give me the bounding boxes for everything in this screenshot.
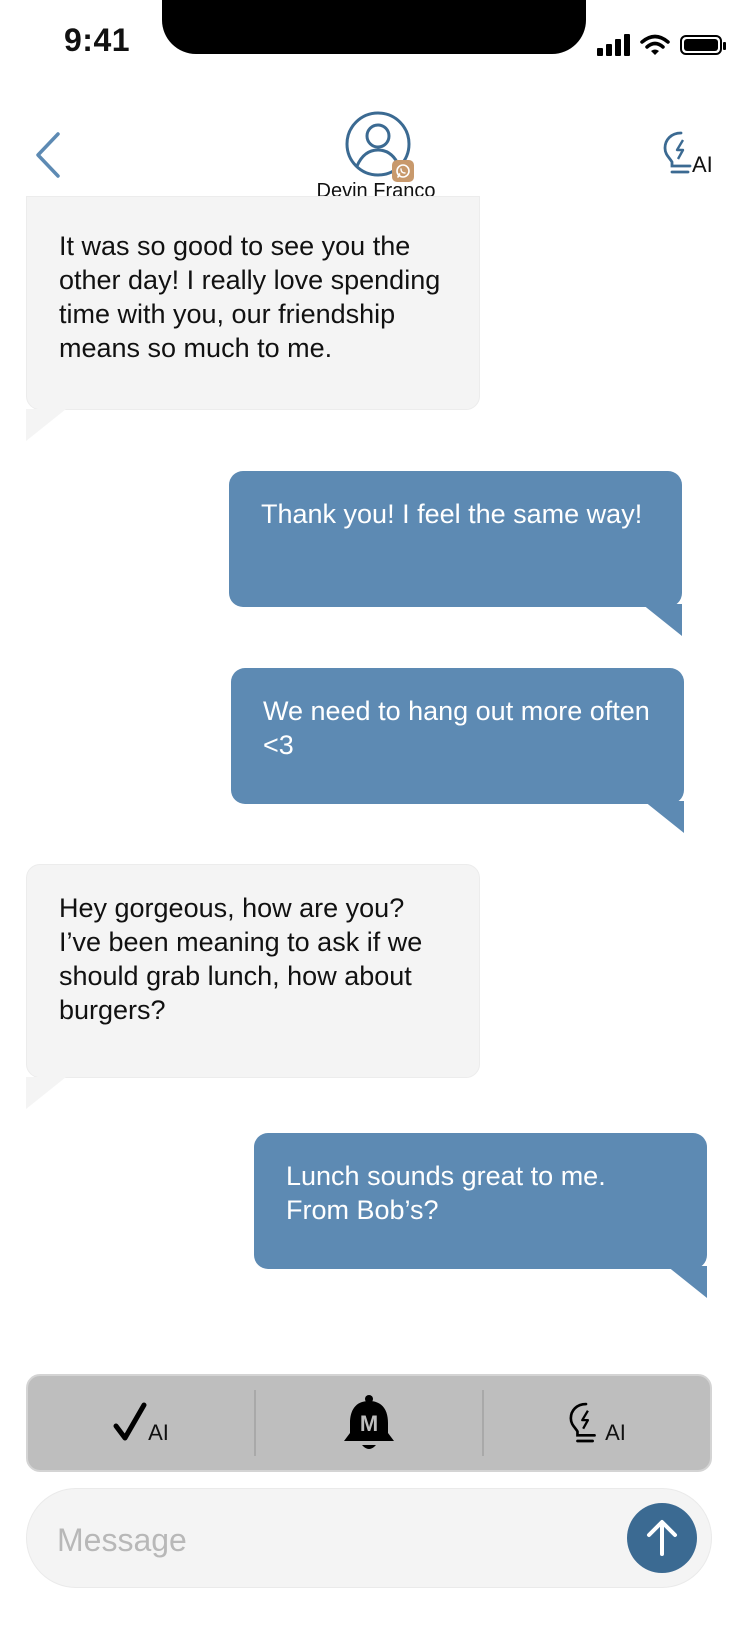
message-text: We need to hang out more often <3 (263, 696, 650, 760)
send-button[interactable] (627, 1503, 697, 1573)
message-text: Lunch sounds great to me. From Bob’s? (286, 1161, 606, 1225)
ai-label: AI (692, 152, 713, 177)
checkmark-ai-icon (113, 1402, 147, 1441)
ai-label: AI (148, 1420, 169, 1445)
bell-icon: M (344, 1395, 394, 1449)
message-bubble-incoming[interactable]: Hey gorgeous, how are you? I’ve been mea… (26, 864, 480, 1078)
ai-suggest-button[interactable]: AI (484, 1376, 710, 1470)
battery-icon (680, 35, 726, 55)
svg-text:M: M (360, 1411, 378, 1436)
device-notch (162, 0, 586, 54)
chat-header: Devin Franco AI (0, 100, 752, 210)
status-bar: 9:41 (0, 0, 752, 90)
bubble-tail (667, 1266, 707, 1298)
notification-bell-button[interactable]: M (256, 1376, 482, 1470)
bubble-tail (26, 1077, 66, 1109)
ai-toolbar: AI M AI (26, 1374, 712, 1472)
ai-check-button[interactable]: AI (28, 1376, 254, 1470)
message-text: Thank you! I feel the same way! (261, 499, 643, 529)
back-button[interactable] (30, 130, 70, 180)
message-text: Hey gorgeous, how are you? I’ve been mea… (59, 893, 423, 1025)
ai-label: AI (605, 1420, 626, 1445)
bubble-tail (26, 409, 66, 441)
whatsapp-icon (392, 160, 414, 182)
message-bubble-outgoing[interactable]: Thank you! I feel the same way! (229, 471, 682, 607)
message-bubble-incoming[interactable]: It was so good to see you the other day!… (26, 196, 480, 410)
wifi-icon (640, 34, 670, 55)
message-bubble-outgoing[interactable]: We need to hang out more often <3 (231, 668, 684, 804)
status-time: 9:41 (64, 22, 131, 58)
ai-suggestion-button[interactable]: AI (662, 130, 722, 182)
message-input[interactable] (55, 1511, 619, 1569)
message-composer (26, 1488, 712, 1588)
arrow-up-icon (647, 1520, 677, 1556)
bubble-tail (642, 604, 682, 636)
bubble-tail (644, 801, 684, 833)
chevron-left-icon (36, 132, 60, 178)
lightbulb-ai-icon (569, 1402, 596, 1443)
message-bubble-outgoing[interactable]: Lunch sounds great to me. From Bob’s? (254, 1133, 707, 1269)
signal-icon (597, 34, 630, 56)
status-icons (597, 30, 726, 60)
message-text: It was so good to see you the other day!… (59, 231, 441, 363)
